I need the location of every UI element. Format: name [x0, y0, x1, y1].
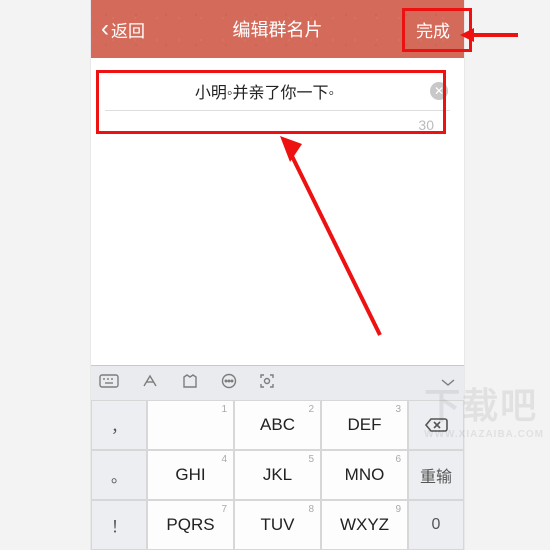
- content-blank: [91, 133, 464, 365]
- key-exclaim[interactable]: ！: [91, 500, 147, 550]
- name-input-row: ✕: [105, 76, 450, 111]
- key-comma[interactable]: ，: [91, 400, 147, 450]
- chevron-left-icon: ‹: [101, 17, 109, 41]
- back-label: 返回: [111, 17, 145, 42]
- done-label: 完成: [416, 17, 450, 42]
- key-backspace[interactable]: [408, 400, 464, 450]
- key-9[interactable]: 9WXYZ: [321, 500, 408, 550]
- key-7[interactable]: 7PQRS: [147, 500, 234, 550]
- close-icon: ✕: [434, 84, 444, 98]
- back-button[interactable]: ‹ 返回: [91, 0, 155, 58]
- keyboard-switch-icon[interactable]: [99, 374, 119, 393]
- key-zero[interactable]: 0: [408, 500, 464, 550]
- backspace-icon: [424, 417, 448, 433]
- shirt-icon[interactable]: [181, 374, 199, 393]
- name-input-wrap: ✕ 30: [105, 76, 450, 133]
- key-3[interactable]: 3DEF: [321, 400, 408, 450]
- key-2[interactable]: 2ABC: [234, 400, 321, 450]
- key-1[interactable]: 1: [147, 400, 234, 450]
- collapse-keyboard-icon[interactable]: [440, 374, 456, 392]
- group-name-input[interactable]: [107, 82, 422, 100]
- done-button[interactable]: 完成: [402, 0, 464, 58]
- annotation-arrow-done: [460, 25, 520, 45]
- key-4[interactable]: 4GHI: [147, 450, 234, 500]
- clear-input-button[interactable]: ✕: [430, 82, 448, 100]
- text-tool-icon[interactable]: [141, 374, 159, 393]
- scan-icon[interactable]: [259, 373, 275, 394]
- key-period[interactable]: 。: [91, 450, 147, 500]
- char-counter: 30: [105, 111, 450, 133]
- key-6[interactable]: 6MNO: [321, 450, 408, 500]
- phone-screen: ‹ 返回 编辑群名片 完成 ✕ 30 ， 1 2A: [90, 0, 465, 550]
- key-reenter[interactable]: 重输: [408, 450, 464, 500]
- key-5[interactable]: 5JKL: [234, 450, 321, 500]
- key-8[interactable]: 8TUV: [234, 500, 321, 550]
- header-bar: ‹ 返回 编辑群名片 完成: [91, 0, 464, 58]
- keyboard: ， 1 2ABC 3DEF 。 4GHI 5JKL 6MNO 重输 ！ 7PQR…: [91, 365, 464, 550]
- keyboard-toolbar: [91, 366, 464, 400]
- more-icon[interactable]: [221, 373, 237, 394]
- keypad: ， 1 2ABC 3DEF 。 4GHI 5JKL 6MNO 重输 ！ 7PQR…: [91, 400, 464, 550]
